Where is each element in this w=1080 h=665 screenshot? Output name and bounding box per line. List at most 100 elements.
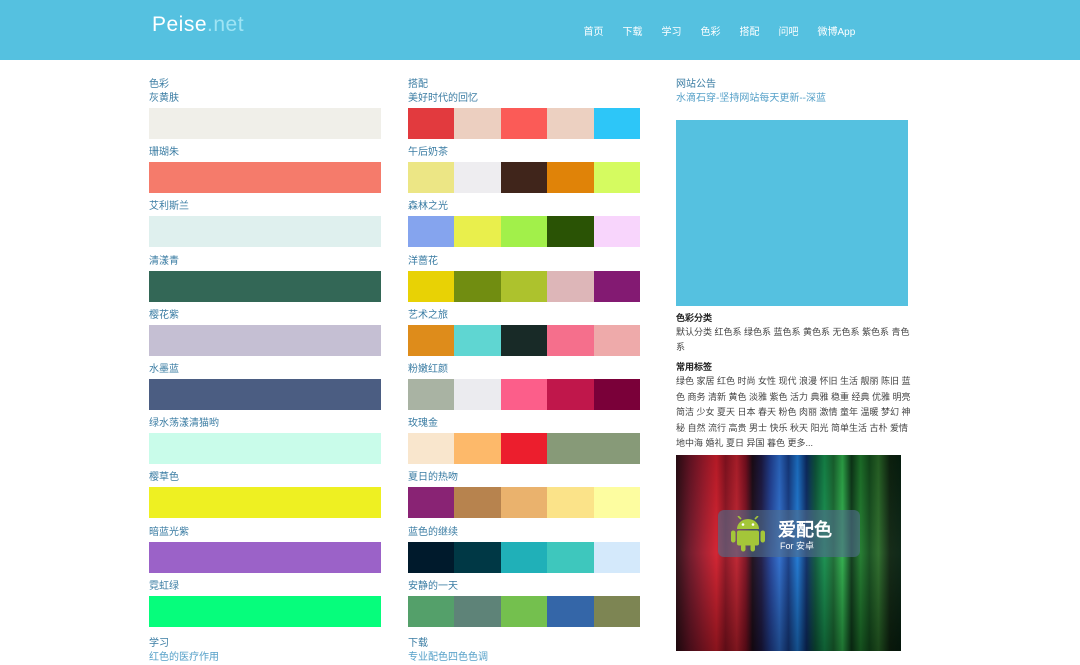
color-item-label[interactable]: 珊瑚朱 (149, 146, 381, 160)
nav-schemes[interactable]: 搭配 (740, 23, 760, 38)
scheme-item[interactable]: 粉嫩红颜 (408, 363, 641, 417)
android-icon (731, 516, 765, 552)
scheme-item-label[interactable]: 安静的一天 (408, 580, 640, 594)
scheme-item[interactable]: 夏日的热吻 (408, 471, 641, 525)
nav-qa[interactable]: 问吧 (779, 23, 799, 38)
scheme-item-label[interactable]: 夏日的热吻 (408, 471, 640, 485)
palette-chip (454, 270, 501, 302)
palette-chip (454, 378, 501, 410)
scheme-item[interactable]: 洋蔷花 (408, 255, 641, 309)
color-item-label[interactable]: 水墨蓝 (149, 363, 381, 377)
learn-section-title[interactable]: 学习 (149, 637, 381, 651)
nav-home[interactable]: 首页 (584, 23, 604, 38)
scheme-item-label[interactable]: 玫瑰金 (408, 417, 640, 431)
color-swatch[interactable] (149, 108, 381, 139)
color-swatch[interactable] (149, 324, 381, 356)
color-item-label[interactable]: 灰黄肤 (149, 92, 381, 106)
scheme-item-label[interactable]: 粉嫩红颜 (408, 363, 640, 377)
palette-chip (408, 541, 455, 573)
color-item[interactable]: 清漾青 (149, 255, 381, 309)
learn-link[interactable]: 红色的医疗作用 (149, 651, 381, 665)
scheme-item[interactable]: 美好时代的回忆 (408, 92, 641, 146)
color-item[interactable]: 灰黄肤 (149, 92, 381, 146)
scheme-item-label[interactable]: 森林之光 (408, 200, 640, 214)
color-item-label[interactable]: 艾利斯兰 (149, 200, 381, 214)
color-swatch[interactable] (149, 270, 381, 302)
color-item[interactable]: 艾利斯兰 (149, 200, 381, 254)
palette-chip (593, 541, 641, 573)
color-item-label[interactable]: 暗蓝光紫 (149, 526, 381, 540)
color-swatch[interactable] (149, 541, 381, 573)
download-link[interactable]: 专业配色四色色调 (408, 651, 640, 665)
color-item-label[interactable]: 绿水荡漾清猫哟 (149, 417, 381, 431)
scheme-palette[interactable] (408, 595, 641, 627)
color-item[interactable]: 水墨蓝 (149, 363, 381, 417)
scheme-item-label[interactable]: 蓝色的继续 (408, 526, 640, 540)
download-section-title[interactable]: 下载 (408, 637, 640, 651)
ad-banner[interactable] (676, 120, 908, 306)
scheme-item-label[interactable]: 午后奶茶 (408, 146, 640, 160)
palette-chip (408, 595, 455, 627)
color-item[interactable]: 绿水荡漾清猫哟 (149, 417, 381, 471)
notice-text[interactable]: 水滴石穿-坚持网站每天更新--深蓝 (676, 92, 908, 106)
scheme-item[interactable]: 蓝色的继续 (408, 526, 641, 580)
nav-download[interactable]: 下载 (623, 23, 643, 38)
scheme-item-label[interactable]: 艺术之旅 (408, 309, 640, 323)
palette-chip (500, 378, 548, 410)
scheme-palette[interactable] (408, 270, 641, 302)
color-swatch[interactable] (149, 378, 381, 410)
scheme-palette[interactable] (408, 541, 641, 573)
palette-chip (454, 433, 501, 465)
site-logo[interactable]: Peise.net (152, 13, 244, 37)
color-item-label[interactable]: 樱花紫 (149, 309, 381, 323)
category-list[interactable]: 默认分类 红色系 绿色系 蓝色系 黄色系 无色系 紫色系 青色系 (676, 325, 912, 355)
scheme-palette[interactable] (408, 378, 641, 410)
scheme-palette[interactable] (408, 216, 641, 248)
scheme-palette[interactable] (408, 324, 641, 356)
tags-list[interactable]: 绿色 家居 红色 时尚 女性 现代 浪漫 怀旧 生活 靓丽 陈旧 蓝色 商务 清… (676, 374, 912, 452)
scheme-item[interactable]: 玫瑰金 (408, 417, 641, 471)
scheme-item[interactable]: 午后奶茶 (408, 146, 641, 200)
palette-chip (408, 216, 455, 248)
scheme-item[interactable]: 森林之光 (408, 200, 641, 254)
color-item[interactable]: 霓虹绿 (149, 580, 381, 634)
color-item[interactable]: 樱草色 (149, 471, 381, 525)
scheme-item-label[interactable]: 洋蔷花 (408, 255, 640, 269)
scheme-palette[interactable] (408, 108, 641, 139)
scheme-palette[interactable] (408, 162, 641, 194)
palette-chip (593, 270, 641, 302)
learn-section: 学习 红色的医疗作用 (149, 637, 381, 665)
palette-chip (500, 541, 548, 573)
app-badge: 爱配色 For 安卓 (718, 510, 860, 557)
app-download-banner[interactable]: 爱配色 For 安卓 (676, 455, 901, 651)
palette-chip (547, 433, 594, 465)
nav-weibo-app[interactable]: 微博App (818, 23, 856, 38)
color-swatch[interactable] (149, 487, 381, 519)
nav-learn[interactable]: 学习 (662, 23, 682, 38)
color-swatch[interactable] (149, 216, 381, 248)
scheme-item[interactable]: 安静的一天 (408, 580, 641, 634)
scheme-palette[interactable] (408, 487, 641, 519)
color-swatch[interactable] (149, 162, 381, 194)
palette-chip (454, 324, 501, 356)
palette-chip (500, 595, 548, 627)
nav-colors[interactable]: 色彩 (701, 23, 721, 38)
color-item[interactable]: 暗蓝光紫 (149, 526, 381, 580)
scheme-item-label[interactable]: 美好时代的回忆 (408, 92, 640, 106)
palette-chip (454, 595, 501, 627)
scheme-palette[interactable] (408, 433, 641, 465)
palette-chip (500, 162, 548, 194)
palette-chip (593, 378, 641, 410)
palette-chip (547, 541, 594, 573)
color-swatch[interactable] (149, 433, 381, 465)
color-item-label[interactable]: 霓虹绿 (149, 580, 381, 594)
scheme-item[interactable]: 艺术之旅 (408, 309, 641, 363)
color-item-label[interactable]: 清漾青 (149, 255, 381, 269)
color-item-label[interactable]: 樱草色 (149, 471, 381, 485)
palette-chip (408, 487, 455, 519)
color-item[interactable]: 珊瑚朱 (149, 146, 381, 200)
color-list: 灰黄肤珊瑚朱艾利斯兰清漾青樱花紫水墨蓝绿水荡漾清猫哟 樱草色暗蓝光紫霓虹绿 (149, 92, 381, 634)
color-item[interactable]: 樱花紫 (149, 309, 381, 363)
tags-title: 常用标签 (676, 362, 713, 372)
color-swatch[interactable] (149, 595, 381, 627)
